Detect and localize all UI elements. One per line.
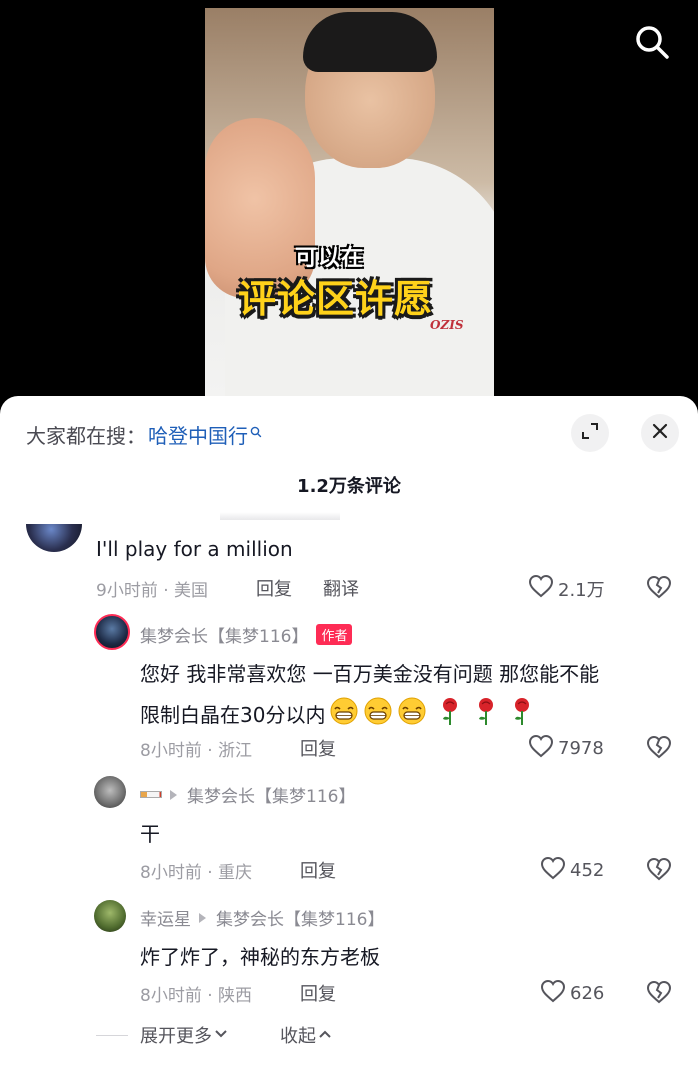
like-button[interactable]: 452 — [540, 856, 604, 885]
reply-to-username: 集梦会长【集梦116】 — [216, 910, 385, 930]
close-button[interactable] — [641, 414, 679, 452]
heart-icon — [540, 856, 570, 885]
reply-username[interactable]: 集梦会长【集梦116】 — [140, 782, 355, 807]
search-icon — [250, 419, 262, 443]
rose-emoji — [473, 696, 499, 731]
reply-meta: 8小时前 · 浙江 — [140, 741, 253, 761]
video-person-hair — [303, 12, 437, 72]
close-icon — [651, 422, 669, 444]
chevron-down-icon — [214, 1025, 228, 1046]
reply-button[interactable]: 回复 — [256, 575, 292, 601]
rose-emoji — [437, 696, 463, 731]
avatar[interactable] — [26, 514, 82, 552]
hot-search-label: 大家都在搜： — [26, 424, 146, 448]
grin-emoji — [363, 696, 393, 731]
like-count: 452 — [570, 860, 605, 881]
username-faded — [220, 512, 340, 520]
hot-search-bar[interactable]: 大家都在搜： 哈登中国行 — [26, 420, 262, 449]
like-button[interactable]: 626 — [540, 979, 604, 1008]
video-brand-mark: OZIS — [430, 318, 464, 332]
reply-text: 炸了炸了，神秘的东方老板 — [140, 945, 380, 969]
reply-meta: 8小时前 · 重庆 — [140, 863, 253, 883]
heart-icon — [528, 734, 558, 763]
video-caption-line2: 评论区许愿 — [238, 277, 434, 321]
broken-heart-icon[interactable] — [646, 980, 672, 1008]
video-player[interactable]: OZIS 可以在 评论区许愿 — [0, 0, 698, 420]
video-frame[interactable]: OZIS — [205, 8, 494, 396]
reply-text-line1: 您好 我非常喜欢您 一百万美金没有问题 那您能不能 — [140, 662, 600, 686]
translate-button[interactable]: 翻译 — [323, 575, 359, 601]
hot-search-keyword[interactable]: 哈登中国行 — [148, 420, 248, 449]
divider — [96, 1034, 128, 1036]
chevron-up-icon — [318, 1025, 332, 1046]
search-icon[interactable] — [632, 22, 672, 62]
broken-heart-icon[interactable] — [646, 575, 672, 603]
username-text: 集梦会长【集梦116】 — [140, 627, 309, 647]
reply-button[interactable]: 回复 — [300, 735, 336, 761]
broken-heart-icon[interactable] — [646, 857, 672, 885]
reply-text: 干 — [140, 822, 160, 846]
comment-meta: 9小时前 · 美国 — [96, 581, 209, 601]
reply-arrow-icon — [170, 789, 177, 800]
reply-text-line2-wrap: 限制白晶在30分以内 — [140, 696, 535, 731]
author-badge: 作者 — [316, 624, 353, 645]
like-count: 7978 — [558, 738, 604, 759]
avatar[interactable] — [94, 900, 126, 932]
expand-more-label: 展开更多 — [140, 1026, 212, 1047]
grin-emoji — [329, 696, 359, 731]
replies-toggle-row: 展开更多 收起 — [96, 1022, 332, 1048]
reply-button[interactable]: 回复 — [300, 980, 336, 1006]
reply-to-username: 集梦会长【集梦116】 — [187, 787, 356, 807]
like-button[interactable]: 7978 — [528, 734, 604, 763]
expand-button[interactable] — [571, 414, 609, 452]
collapse-label: 收起 — [280, 1026, 316, 1047]
expand-more-button[interactable]: 展开更多 — [140, 1022, 228, 1048]
expand-icon — [581, 422, 599, 444]
reply-text-line2: 限制白晶在30分以内 — [140, 703, 326, 727]
heart-icon — [528, 574, 558, 603]
reply-arrow-icon — [199, 912, 206, 923]
broken-heart-icon[interactable] — [646, 735, 672, 763]
like-count: 2.1万 — [558, 579, 605, 601]
comments-sheet: 大家都在搜： 哈登中国行 1.2万条评论 I'll play for a mil… — [0, 396, 698, 1080]
like-button[interactable]: 2.1万 — [528, 574, 605, 603]
heart-icon — [540, 979, 570, 1008]
reply-username[interactable]: 集梦会长【集梦116】 作者 — [140, 622, 353, 647]
reply-username[interactable]: 幸运星 集梦会长【集梦116】 — [140, 905, 384, 930]
comment-count-title: 1.2万条评论 — [297, 476, 401, 497]
like-count: 626 — [570, 983, 605, 1004]
grin-emoji — [397, 696, 427, 731]
username-text: 幸运星 — [140, 910, 191, 930]
reply-meta: 8小时前 · 陕西 — [140, 986, 253, 1006]
cigarette-emoji — [140, 791, 162, 798]
comment-text: I'll play for a million — [96, 537, 293, 561]
avatar[interactable] — [94, 776, 126, 808]
rose-emoji — [509, 696, 535, 731]
reply-button[interactable]: 回复 — [300, 857, 336, 883]
collapse-button[interactable]: 收起 — [280, 1022, 332, 1048]
avatar[interactable] — [94, 614, 130, 650]
